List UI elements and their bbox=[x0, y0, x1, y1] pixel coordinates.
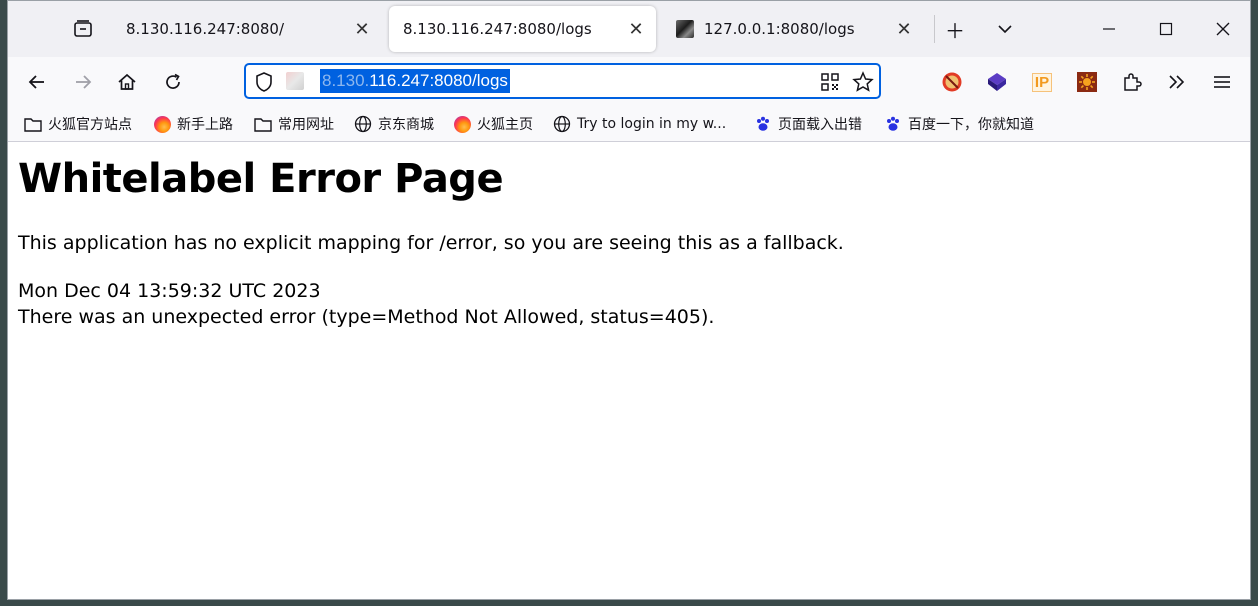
globe-icon bbox=[354, 115, 372, 133]
bookmark-label: 火狐主页 bbox=[477, 117, 533, 133]
bookmark-label: 百度一下，你就知道 bbox=[908, 117, 1034, 133]
error-status: There was an unexpected error (type=Meth… bbox=[18, 306, 715, 328]
folder-icon bbox=[24, 115, 42, 133]
reload-button[interactable] bbox=[156, 65, 190, 99]
folder-icon bbox=[254, 115, 272, 133]
tab-manager-icon bbox=[74, 20, 92, 37]
bookmark-label: 京东商城 bbox=[378, 117, 434, 133]
home-icon bbox=[118, 73, 136, 90]
forward-arrow-icon bbox=[76, 75, 92, 89]
extensions-puzzle-icon[interactable] bbox=[1120, 70, 1144, 94]
tab-separator bbox=[934, 15, 935, 43]
maximize-icon bbox=[1159, 22, 1173, 36]
tab-title: 127.0.0.1:8080/logs bbox=[704, 20, 855, 38]
tab-favicon-icon bbox=[676, 20, 694, 38]
bookmark-item[interactable]: 百度一下，你就知道 bbox=[884, 112, 1034, 136]
firefox-icon bbox=[453, 115, 471, 133]
star-bookmark-icon[interactable] bbox=[852, 71, 874, 93]
new-tab-icon: ＋ bbox=[945, 18, 965, 43]
minimize-icon bbox=[1103, 28, 1115, 30]
shield-icon[interactable] bbox=[254, 71, 274, 93]
bookmark-item[interactable]: 页面载入出错 bbox=[754, 112, 862, 136]
error-timestamp: Mon Dec 04 13:59:32 UTC 2023 bbox=[18, 280, 321, 302]
close-tab-icon[interactable]: ✕ bbox=[894, 19, 914, 40]
tab-list-chevron-icon bbox=[998, 25, 1012, 34]
overflow-chevrons-icon[interactable] bbox=[1165, 70, 1189, 94]
bookmark-item[interactable]: 火狐官方站点 bbox=[24, 112, 132, 136]
baidu-paw-icon bbox=[754, 115, 772, 133]
tab-title: 8.130.116.247:8080/logs bbox=[403, 20, 592, 38]
baidu-paw-icon bbox=[884, 115, 902, 133]
error-message: This application has no explicit mapping… bbox=[18, 232, 844, 254]
url-blurred-prefix: 8.130. bbox=[322, 71, 370, 90]
url-text[interactable]: 8.130.116.247:8080/logs bbox=[320, 69, 510, 93]
sun-extension-icon[interactable] bbox=[1075, 70, 1099, 94]
close-window-button[interactable] bbox=[1206, 10, 1240, 48]
globe-icon bbox=[553, 115, 571, 133]
close-icon bbox=[1216, 22, 1230, 36]
tab-3[interactable]: 127.0.0.1:8080/logs ✕ bbox=[662, 6, 924, 52]
qr-code-icon[interactable] bbox=[820, 72, 840, 92]
page-title: Whitelabel Error Page bbox=[18, 156, 504, 202]
bookmark-item[interactable]: 火狐主页 bbox=[453, 112, 533, 136]
minimize-button[interactable] bbox=[1092, 10, 1126, 48]
cube-extension-icon[interactable] bbox=[985, 70, 1009, 94]
ip-badge: IP bbox=[1031, 72, 1053, 92]
back-button[interactable] bbox=[20, 65, 54, 99]
bookmark-label: 新手上路 bbox=[177, 117, 233, 133]
bookmark-item[interactable]: 京东商城 bbox=[354, 112, 434, 136]
bookmark-item[interactable]: 常用网址 bbox=[254, 112, 334, 136]
ip-extension-icon[interactable]: IP bbox=[1030, 70, 1054, 94]
bookmark-label: 火狐官方站点 bbox=[48, 117, 132, 133]
home-button[interactable] bbox=[110, 65, 144, 99]
close-tab-icon[interactable]: ✕ bbox=[352, 19, 372, 40]
bookmarks-toolbar: 火狐官方站点 新手上路 常用网址 京东商城 火狐主页 Try to login … bbox=[8, 107, 1250, 142]
new-tab-button[interactable]: ＋ bbox=[938, 10, 972, 48]
tab-2-active[interactable]: 8.130.116.247:8080/logs ✕ bbox=[389, 6, 656, 52]
bookmark-item[interactable]: Try to login in my w... bbox=[553, 112, 726, 136]
back-arrow-icon bbox=[28, 75, 44, 89]
reload-icon bbox=[166, 73, 180, 89]
firefox-icon bbox=[153, 115, 171, 133]
forward-button[interactable] bbox=[66, 65, 100, 99]
tab-list-button[interactable] bbox=[988, 10, 1022, 48]
url-bar[interactable]: 8.130.116.247:8080/logs bbox=[244, 63, 881, 99]
bookmark-item[interactable]: 新手上路 bbox=[153, 112, 233, 136]
maximize-button[interactable] bbox=[1149, 10, 1183, 48]
bookmark-label: Try to login in my w... bbox=[577, 116, 727, 132]
tab-strip: 8.130.116.247:8080/ ✕ 8.130.116.247:8080… bbox=[8, 1, 1250, 57]
error-details: Mon Dec 04 13:59:32 UTC 2023 There was a… bbox=[18, 278, 714, 330]
tab-1[interactable]: 8.130.116.247:8080/ ✕ bbox=[112, 6, 382, 52]
site-info-icon[interactable] bbox=[286, 72, 304, 90]
hamburger-menu-icon[interactable] bbox=[1210, 70, 1234, 94]
tab-manager-button[interactable] bbox=[66, 10, 100, 48]
url-visible: 116.247:8080/logs bbox=[369, 71, 508, 90]
bookmark-label: 页面载入出错 bbox=[778, 117, 862, 133]
page-content: Whitelabel Error Page This application h… bbox=[8, 142, 1250, 599]
bookmark-label: 常用网址 bbox=[278, 117, 334, 133]
browser-window: 8.130.116.247:8080/ ✕ 8.130.116.247:8080… bbox=[7, 0, 1251, 600]
tab-title: 8.130.116.247:8080/ bbox=[126, 20, 285, 38]
close-tab-icon[interactable]: ✕ bbox=[626, 19, 646, 40]
adblock-extension-icon[interactable] bbox=[940, 70, 964, 94]
navigation-toolbar: 8.130.116.247:8080/logs IP bbox=[8, 57, 1250, 107]
